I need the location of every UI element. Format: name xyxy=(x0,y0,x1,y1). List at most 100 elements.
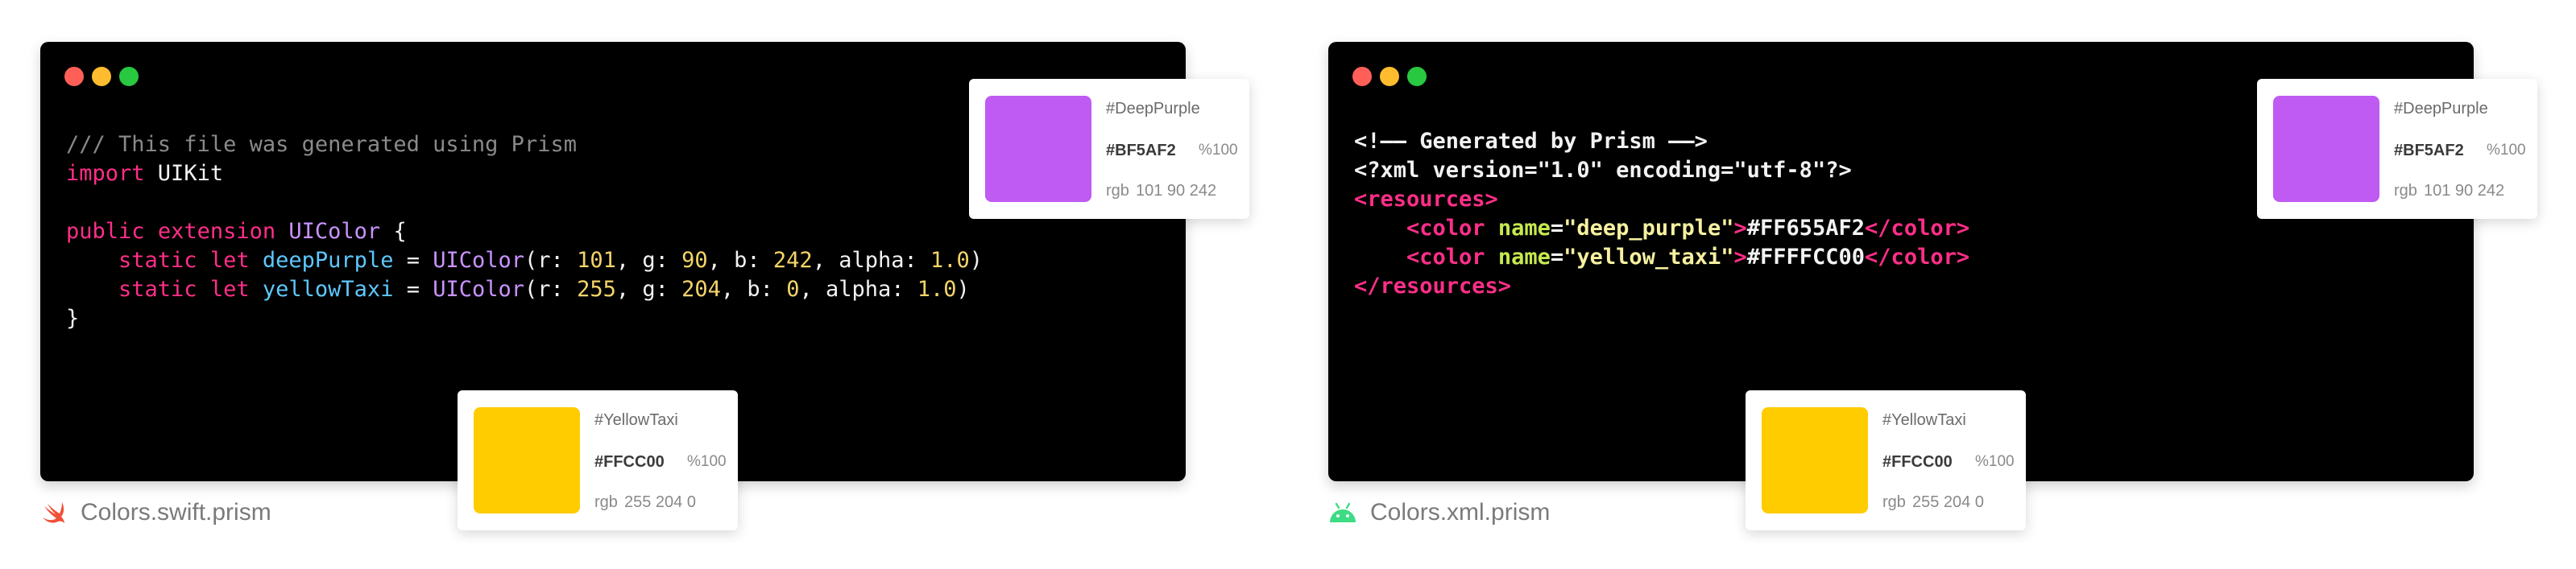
rgb-label: rgb xyxy=(2394,182,2417,200)
code-token: "deep_purple" xyxy=(1563,216,1734,241)
code-token: 204 xyxy=(681,277,721,302)
code-token: 1.0 xyxy=(917,277,957,302)
color-alpha: %100 xyxy=(1199,142,1238,159)
code-token: UIColor xyxy=(288,219,381,244)
color-alpha: %100 xyxy=(687,453,727,470)
code-token: name xyxy=(1497,245,1551,270)
code-token: , alpha: xyxy=(812,248,931,273)
swift-panel: /// This file was generated using Prism i… xyxy=(0,0,1288,569)
code-token: <color xyxy=(1406,216,1485,241)
code-line: <resources> xyxy=(1354,185,1969,214)
code-token: 255 xyxy=(577,277,616,302)
code-line: import UIKit xyxy=(66,159,983,188)
code-token: #FF655AF2 xyxy=(1746,216,1866,241)
color-card-deep-purple[interactable]: #DeepPurple #BF5AF2 %100 rgb 101 90 242 xyxy=(969,79,1249,219)
code-token: </color> xyxy=(1865,245,1970,270)
zoom-button[interactable] xyxy=(119,67,139,86)
android-icon xyxy=(1328,502,1357,523)
color-hex: #BF5AF2 xyxy=(2394,142,2464,159)
rgb-label: rgb xyxy=(594,493,618,511)
code-line: </resources> xyxy=(1354,272,1969,301)
color-alpha: %100 xyxy=(2487,142,2526,159)
color-hex: #FFCC00 xyxy=(594,453,665,471)
code-token: = xyxy=(1550,245,1564,270)
code-token: UIColor xyxy=(433,248,525,273)
xml-panel: <!—— Generated by Prism ——> <?xml version… xyxy=(1288,0,2576,569)
rgb-values: 255 204 0 xyxy=(1912,493,1984,511)
color-alpha: %100 xyxy=(1975,453,2015,470)
color-name: #YellowTaxi xyxy=(594,411,678,429)
rgb-values: 101 90 242 xyxy=(2424,182,2505,200)
code-token: let xyxy=(209,277,250,302)
code-token: 242 xyxy=(772,248,813,273)
code-token: UIColor xyxy=(433,277,525,302)
code-token: <?xml version="1.0" encoding="utf-8"?> xyxy=(1354,158,1852,183)
code-token: = xyxy=(1550,216,1564,241)
code-line: static let yellowTaxi = UIColor(r: 255, … xyxy=(66,275,983,304)
code-line: <!—— Generated by Prism ——> xyxy=(1354,127,1969,156)
color-card-deep-purple[interactable]: #DeepPurple #BF5AF2 %100 rgb 101 90 242 xyxy=(2257,79,2537,219)
code-token: { xyxy=(380,219,407,244)
minimize-button[interactable] xyxy=(92,67,111,86)
color-card-yellow-taxi[interactable]: #YellowTaxi #FFCC00 %100 rgb 255 204 0 xyxy=(1746,390,2026,530)
zoom-button[interactable] xyxy=(1407,67,1427,86)
code-token: public xyxy=(66,219,145,244)
code-token: </color> xyxy=(1865,216,1970,241)
minimize-button[interactable] xyxy=(1380,67,1399,86)
code-token: UIKit xyxy=(144,161,224,186)
rgb-label: rgb xyxy=(1882,493,1906,511)
code-token: <resources> xyxy=(1354,187,1498,212)
color-name: #DeepPurple xyxy=(2394,100,2488,118)
code-block: /// This file was generated using Prism i… xyxy=(66,130,983,333)
close-button[interactable] xyxy=(1352,67,1372,86)
code-token: import xyxy=(66,161,145,186)
code-token: <color xyxy=(1406,245,1485,270)
color-swatch xyxy=(1762,407,1868,513)
swift-icon xyxy=(40,500,68,526)
file-name: Colors.swift.prism xyxy=(81,499,271,526)
color-swatch xyxy=(2273,96,2379,202)
close-button[interactable] xyxy=(64,67,84,86)
file-label[interactable]: Colors.swift.prism xyxy=(40,499,271,526)
code-token: "yellow_taxi" xyxy=(1563,245,1734,270)
code-token: 0 xyxy=(786,277,800,302)
code-token: let xyxy=(209,248,250,273)
code-token: static xyxy=(118,248,197,273)
code-token: </resources> xyxy=(1354,274,1512,299)
code-token: extension xyxy=(157,219,276,244)
code-token: > xyxy=(1733,245,1747,270)
code-token: (r: xyxy=(524,248,578,273)
code-line: public extension UIColor { xyxy=(66,217,983,246)
rgb-values: 255 204 0 xyxy=(624,493,696,511)
code-token: 1.0 xyxy=(930,248,970,273)
window-controls xyxy=(64,67,139,86)
code-token: yellowTaxi xyxy=(262,277,394,302)
code-token: , b: xyxy=(720,277,787,302)
color-hex: #FFCC00 xyxy=(1882,453,1953,471)
code-token: ) xyxy=(969,248,984,273)
code-token: ) xyxy=(956,277,970,302)
code-token: , b: xyxy=(707,248,773,273)
code-token: = xyxy=(393,248,433,273)
file-label[interactable]: Colors.xml.prism xyxy=(1328,499,1550,526)
code-token: , g: xyxy=(615,248,682,273)
rgb-label: rgb xyxy=(1106,182,1129,200)
file-name: Colors.xml.prism xyxy=(1370,499,1551,526)
rgb-values: 101 90 242 xyxy=(1136,182,1217,200)
code-token: = xyxy=(393,277,433,302)
code-token: /// This file was generated using Prism xyxy=(66,132,577,157)
color-hex: #BF5AF2 xyxy=(1106,142,1176,159)
color-card-yellow-taxi[interactable]: #YellowTaxi #FFCC00 %100 rgb 255 204 0 xyxy=(458,390,738,530)
code-line: <?xml version="1.0" encoding="utf-8"?> xyxy=(1354,156,1969,185)
code-token: > xyxy=(1733,216,1747,241)
